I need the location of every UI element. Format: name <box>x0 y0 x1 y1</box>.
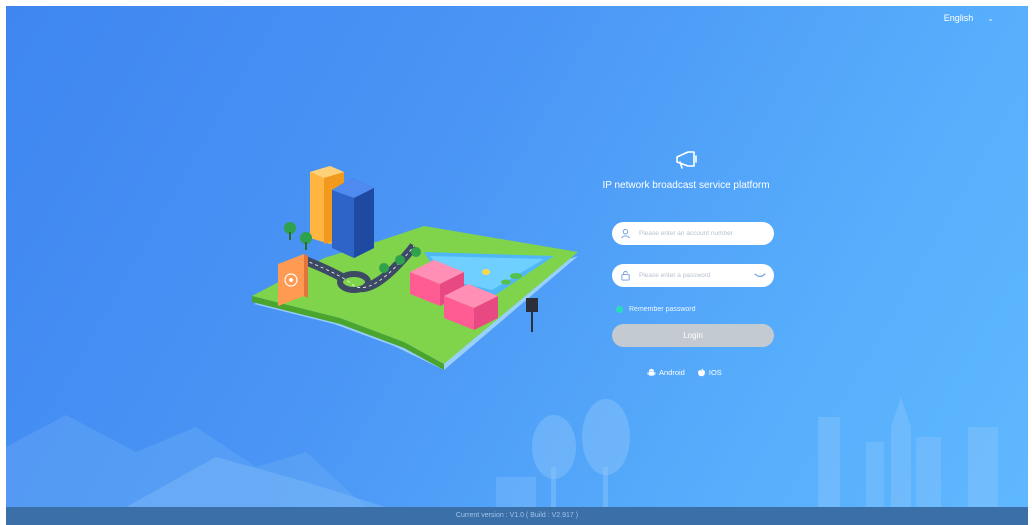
remember-password[interactable]: Remember password <box>616 306 696 313</box>
chevron-down-icon: ⌄ <box>987 13 994 23</box>
password-field[interactable] <box>612 264 774 287</box>
login-button[interactable]: Login <box>612 324 774 347</box>
android-app-link[interactable]: Android <box>647 368 685 377</box>
remember-password-label: Remember password <box>629 306 696 313</box>
background-skyline <box>6 397 998 507</box>
language-selector[interactable]: English ⌄ <box>944 13 994 23</box>
ios-app-link[interactable]: IOS <box>697 368 722 377</box>
app-downloads: Android IOS <box>647 368 722 377</box>
android-icon <box>647 368 656 376</box>
language-label: English <box>943 13 974 23</box>
account-input[interactable] <box>637 229 751 238</box>
lock-icon <box>621 270 630 281</box>
city-illustration <box>252 166 578 370</box>
android-label: Android <box>659 368 685 377</box>
ios-label: IOS <box>708 368 722 377</box>
footer-version: Current version : V1.0 ( Build : V2.917 … <box>6 507 1028 525</box>
login-page: English ⌄ IP network broadcast service p… <box>6 6 1028 525</box>
eye-closed-icon[interactable] <box>754 272 766 280</box>
user-icon <box>621 228 630 239</box>
login-panel: IP network broadcast service platform Re… <box>596 148 776 377</box>
platform-title: IP network broadcast service platform <box>602 180 770 191</box>
remember-password-checkbox[interactable] <box>616 306 623 313</box>
apple-icon <box>697 368 705 377</box>
megaphone-icon <box>676 151 697 169</box>
password-input[interactable] <box>637 271 751 280</box>
account-field[interactable] <box>612 222 774 245</box>
